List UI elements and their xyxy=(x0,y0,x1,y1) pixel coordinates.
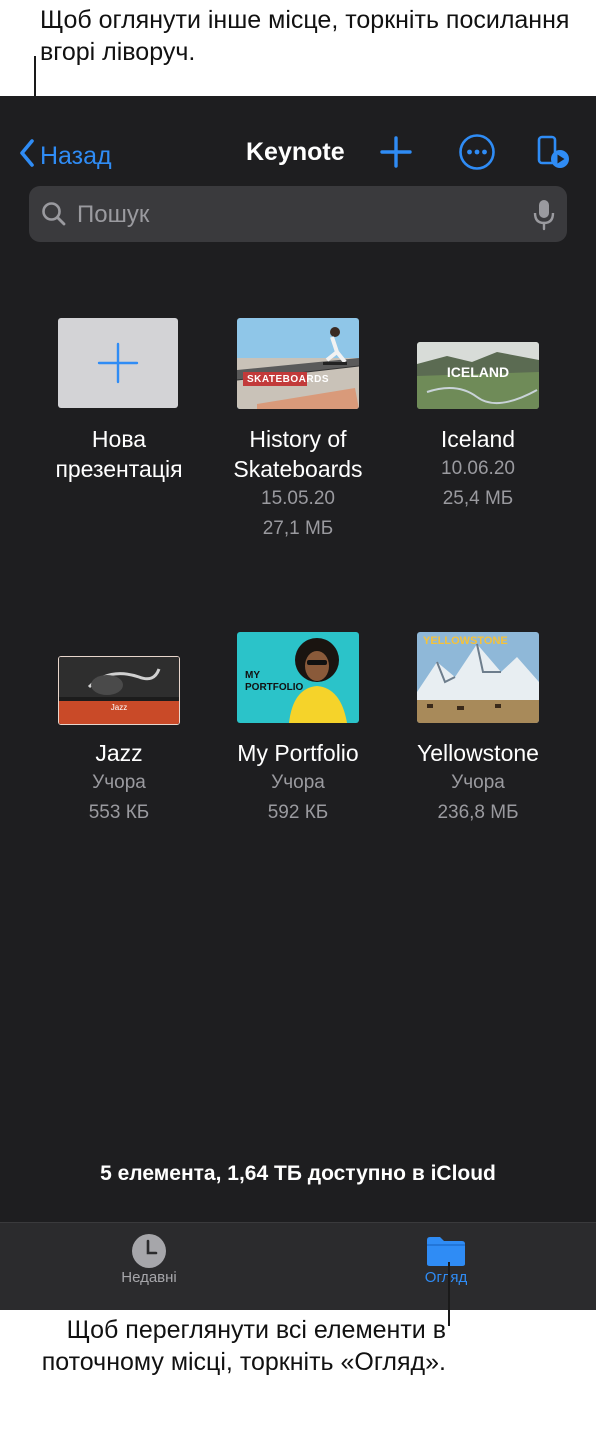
tab-bar: Недавні Огляд xyxy=(0,1222,596,1310)
iceland-thumbnail: ICELAND xyxy=(417,342,539,409)
tab-label: Недавні xyxy=(121,1269,177,1286)
page-title: Keynote xyxy=(246,138,345,166)
document-name: Iceland xyxy=(440,426,516,452)
document-jazz[interactable]: Jazz Jazz Учора 553 КБ xyxy=(29,632,209,828)
storage-status: 5 елемента, 1,64 ТБ доступно в iCloud xyxy=(100,1162,496,1185)
search-bar xyxy=(29,186,567,244)
document-name: Jazz xyxy=(95,740,143,766)
chevron-left-icon xyxy=(18,138,40,175)
search-input[interactable] xyxy=(75,186,519,244)
document-name: History of Skateboards xyxy=(233,426,363,482)
new-presentation-thumbnail xyxy=(58,318,178,408)
thumbnail-title-text: SKATEBOARDS xyxy=(247,374,329,385)
portfolio-thumbnail: MY PORTFOLIO xyxy=(237,632,359,723)
document-date: Учора xyxy=(451,772,505,793)
callout-top: Щоб оглянути інше місце, торкніть посила… xyxy=(40,6,570,66)
ellipsis-circle-icon xyxy=(458,134,496,175)
plus-icon xyxy=(97,342,139,384)
document-size: 236,8 МБ xyxy=(437,802,519,823)
document-size: 25,4 МБ xyxy=(442,488,514,509)
tab-browse[interactable]: Огляд xyxy=(346,1223,546,1310)
document-name: Нова презентація xyxy=(55,426,183,482)
callout-leader-line-bottom xyxy=(448,1262,450,1326)
tab-label: Огляд xyxy=(424,1269,468,1286)
document-size: 27,1 МБ xyxy=(262,518,334,539)
tab-recents[interactable]: Недавні xyxy=(49,1223,249,1310)
clock-icon xyxy=(131,1233,167,1274)
document-date: Учора xyxy=(271,772,325,793)
document-name: My Portfolio xyxy=(237,740,359,766)
document-size: 592 КБ xyxy=(267,802,329,823)
search-icon xyxy=(40,200,68,233)
keynote-remote-button[interactable] xyxy=(536,134,570,175)
document-name: Yellowstone xyxy=(417,740,539,766)
document-iceland[interactable]: ICELAND Iceland 10.06.20 25,4 МБ xyxy=(388,318,568,514)
document-history-of-skateboards[interactable]: SKATEBOARDS History of Skateboards 15.05… xyxy=(208,318,388,544)
keynote-browser-screen: Назад Keynote Пошук Нова презентація SKA… xyxy=(0,96,596,1310)
document-date: 10.06.20 xyxy=(441,458,515,479)
document-yellowstone[interactable]: YELLOWSTONE Yellowstone Учора 236,8 МБ xyxy=(388,632,568,828)
new-presentation-tile[interactable]: Нова презентація xyxy=(29,318,209,484)
callout-bottom: Щоб переглянути всі елементи в поточному… xyxy=(41,1316,446,1376)
thumbnail-title-text: MY PORTFOLIO xyxy=(245,670,304,693)
jazz-thumbnail: Jazz xyxy=(58,656,180,725)
back-button-label: Назад xyxy=(40,142,112,170)
folder-icon xyxy=(426,1235,466,1272)
back-button[interactable]: Назад xyxy=(18,138,112,175)
microphone-icon[interactable] xyxy=(533,199,555,236)
document-date: Учора xyxy=(92,772,146,793)
thumbnail-title-text: YELLOWSTONE xyxy=(423,635,508,647)
skateboards-thumbnail: SKATEBOARDS xyxy=(237,318,359,409)
navigation-bar: Назад Keynote xyxy=(0,96,596,186)
document-date: 15.05.20 xyxy=(261,488,335,509)
add-presentation-button[interactable] xyxy=(380,136,412,173)
yellowstone-thumbnail: YELLOWSTONE xyxy=(417,632,539,723)
remote-play-icon xyxy=(536,135,570,174)
more-options-button[interactable] xyxy=(458,133,496,176)
document-my-portfolio[interactable]: MY PORTFOLIO My Portfolio Учора 592 КБ xyxy=(208,632,388,828)
thumbnail-title-text: ICELAND xyxy=(446,364,510,380)
document-size: 553 КБ xyxy=(88,802,150,823)
plus-icon xyxy=(380,136,412,172)
thumbnail-title-text: Jazz xyxy=(110,703,128,712)
